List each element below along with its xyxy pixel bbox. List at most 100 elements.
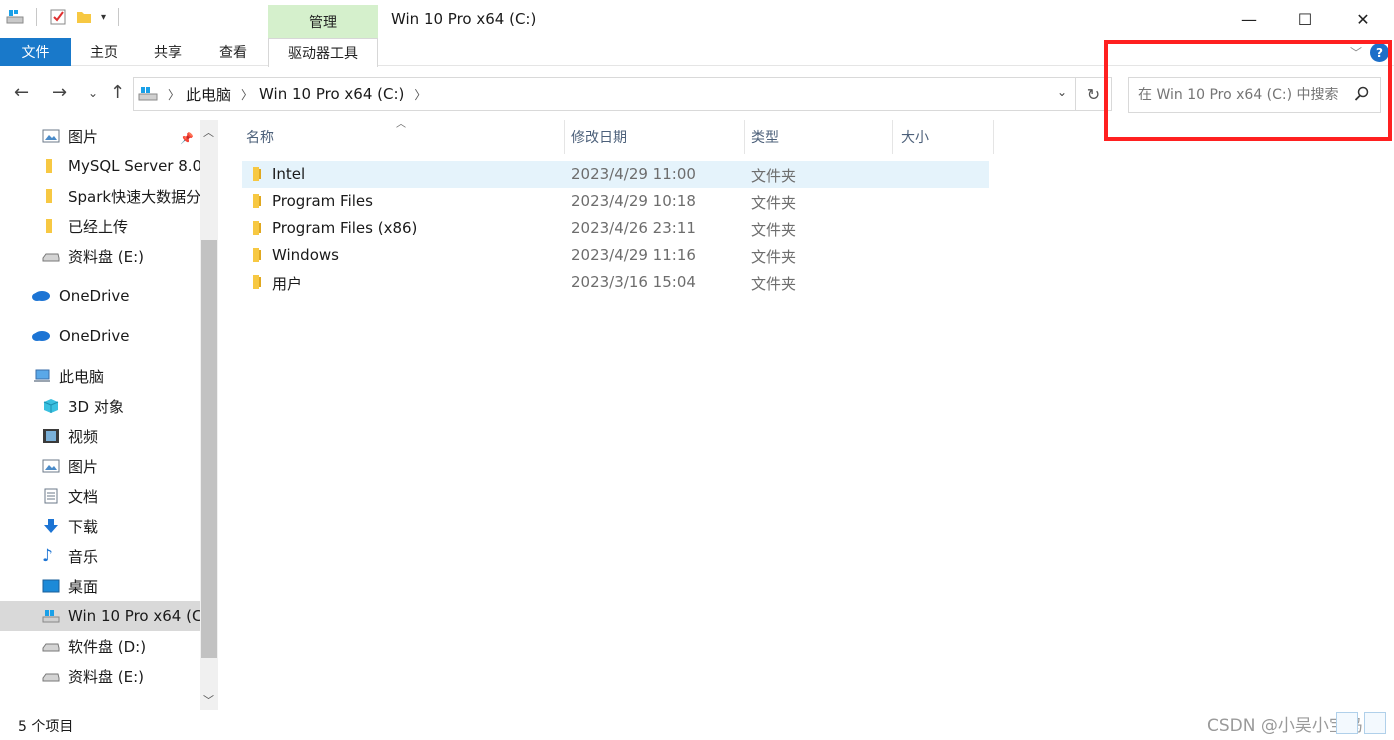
file-row[interactable]: Program Files 2023/4/29 10:18 文件夹 (242, 188, 989, 215)
nav-item-videos[interactable]: 视频 (0, 421, 200, 451)
nav-item-label: OneDrive (59, 327, 130, 345)
drive-icon (138, 86, 158, 102)
nav-item-drive-c[interactable]: Win 10 Pro x64 (C: (0, 601, 200, 631)
this-pc-icon (33, 368, 51, 384)
column-header-modified[interactable]: 修改日期 (567, 120, 745, 154)
breadcrumb-chevron-icon[interactable]: 〉 (414, 86, 426, 103)
close-button[interactable]: ✕ (1334, 0, 1392, 38)
nav-item-label: 视频 (68, 427, 99, 446)
nav-item-pictures-quick[interactable]: 图片 📌 (0, 121, 200, 151)
nav-item-mysql-server[interactable]: MySQL Server 8.0 (0, 151, 200, 181)
breadcrumb-this-pc[interactable]: 此电脑 (186, 84, 231, 105)
file-modified: 2023/4/29 11:16 (571, 246, 696, 264)
onedrive-icon (31, 288, 51, 304)
file-name: 用户 (272, 275, 303, 293)
tab-view[interactable]: 查看 (205, 38, 261, 66)
file-type: 文件夹 (751, 275, 797, 293)
forward-arrow-icon[interactable]: → (52, 82, 67, 103)
desktop-icon (42, 578, 60, 594)
address-bar[interactable]: 〉 此电脑 〉 Win 10 Pro x64 (C:) 〉 ⌄ (133, 77, 1076, 111)
nav-item-label: 桌面 (68, 577, 99, 596)
details-view-icon[interactable] (1336, 712, 1358, 734)
nav-item-drive-d[interactable]: 软件盘 (D:) (0, 631, 200, 661)
nav-item-documents[interactable]: 文档 (0, 481, 200, 511)
drive-icon (42, 668, 60, 684)
folder-icon (42, 188, 60, 204)
tab-share[interactable]: 共享 (140, 38, 196, 66)
file-type: 文件夹 (751, 194, 797, 212)
breadcrumb-current-drive[interactable]: Win 10 Pro x64 (C:) (259, 85, 404, 103)
address-history-chevron-icon[interactable]: ⌄ (1057, 85, 1067, 99)
nav-item-onedrive-2[interactable]: OneDrive (0, 321, 200, 351)
scroll-up-arrow-icon[interactable]: ︿ (203, 124, 214, 140)
file-type: 文件夹 (751, 221, 797, 239)
minimize-button[interactable]: — (1220, 0, 1278, 38)
nav-item-this-pc[interactable]: 此电脑 (0, 361, 200, 391)
file-row[interactable]: Intel 2023/4/29 11:00 文件夹 (242, 161, 989, 188)
folder-icon (250, 275, 264, 289)
view-toggle-group (1336, 712, 1386, 734)
nav-item-music[interactable]: ♪ 音乐 (0, 541, 200, 571)
nav-item-label: MySQL Server 8.0 (68, 157, 200, 175)
file-row[interactable]: Program Files (x86) 2023/4/26 23:11 文件夹 (242, 215, 989, 242)
drive-icon (42, 248, 60, 264)
navigation-pane: 图片 📌 MySQL Server 8.0 Spark快速大数据分 已经上传 资… (0, 120, 219, 710)
sort-ascending-icon: ︿ (396, 119, 406, 130)
tab-home[interactable]: 主页 (76, 38, 132, 66)
column-header-size[interactable]: 大小 (897, 120, 994, 154)
customize-toolbar-chevron-icon[interactable]: ▾ (101, 12, 106, 23)
maximize-button[interactable]: ☐ (1276, 0, 1334, 38)
new-folder-icon[interactable] (75, 8, 93, 26)
status-item-count: 5 个项目 (18, 719, 74, 735)
nav-item-label: 下载 (68, 517, 99, 536)
file-modified: 2023/4/29 10:18 (571, 192, 696, 210)
pin-icon[interactable]: 📌 (180, 132, 194, 145)
nav-item-label: 资料盘 (E:) (68, 667, 145, 686)
refresh-icon: ↻ (1086, 84, 1101, 104)
folder-icon (42, 218, 60, 234)
tab-drive-tools[interactable]: 驱动器工具 (268, 38, 378, 67)
nav-item-drive-e[interactable]: 资料盘 (E:) (0, 661, 200, 691)
scrollbar-thumb[interactable] (201, 240, 217, 658)
nav-item-label: 此电脑 (59, 367, 105, 386)
nav-item-spark[interactable]: Spark快速大数据分 (0, 181, 200, 211)
recent-locations-chevron-icon[interactable]: ⌄ (88, 86, 98, 100)
nav-item-label: OneDrive (59, 287, 130, 305)
folder-icon (42, 158, 60, 174)
file-name: Program Files (x86) (272, 219, 418, 237)
large-icons-view-icon[interactable] (1364, 712, 1386, 734)
navigation-pane-scrollbar[interactable]: ︿ ﹀ (200, 120, 218, 710)
nav-item-pictures[interactable]: 图片 (0, 451, 200, 481)
tab-file[interactable]: 文件 (0, 38, 71, 66)
nav-item-3d-objects[interactable]: 3D 对象 (0, 391, 200, 421)
system-drive-icon (42, 608, 60, 624)
nav-item-desktop[interactable]: 桌面 (0, 571, 200, 601)
toolbar-divider (118, 8, 120, 26)
file-row[interactable]: Windows 2023/4/29 11:16 文件夹 (242, 242, 989, 269)
file-name: Program Files (272, 192, 373, 210)
nav-item-label: Spark快速大数据分 (68, 187, 200, 206)
nav-item-onedrive-1[interactable]: OneDrive (0, 281, 200, 311)
nav-item-drive-e-quick[interactable]: 资料盘 (E:) (0, 241, 200, 271)
videos-icon (42, 428, 60, 444)
title-bar: ▾ 管理 Win 10 Pro x64 (C:) — ☐ ✕ (0, 0, 1394, 38)
breadcrumb-chevron-icon[interactable]: 〉 (168, 86, 180, 103)
pictures-icon (42, 458, 60, 474)
manage-context-tab[interactable]: 管理 (268, 5, 378, 38)
breadcrumb-chevron-icon[interactable]: 〉 (241, 86, 253, 103)
file-modified: 2023/4/26 23:11 (571, 219, 696, 237)
up-arrow-icon[interactable]: ↑ (110, 82, 125, 103)
nav-item-uploaded[interactable]: 已经上传 (0, 211, 200, 241)
folder-icon (250, 248, 264, 262)
nav-item-downloads[interactable]: 下载 (0, 511, 200, 541)
column-header-type[interactable]: 类型 (747, 120, 893, 154)
folder-icon (250, 221, 264, 235)
drive-app-icon[interactable] (6, 8, 24, 26)
properties-icon[interactable] (49, 8, 67, 26)
folder-icon (250, 194, 264, 208)
back-arrow-icon[interactable]: ← (14, 82, 29, 103)
nav-item-label: 音乐 (68, 547, 99, 566)
file-row[interactable]: 用户 2023/3/16 15:04 文件夹 (242, 269, 989, 296)
scroll-down-arrow-icon[interactable]: ﹀ (203, 692, 214, 708)
drive-icon (42, 638, 60, 654)
